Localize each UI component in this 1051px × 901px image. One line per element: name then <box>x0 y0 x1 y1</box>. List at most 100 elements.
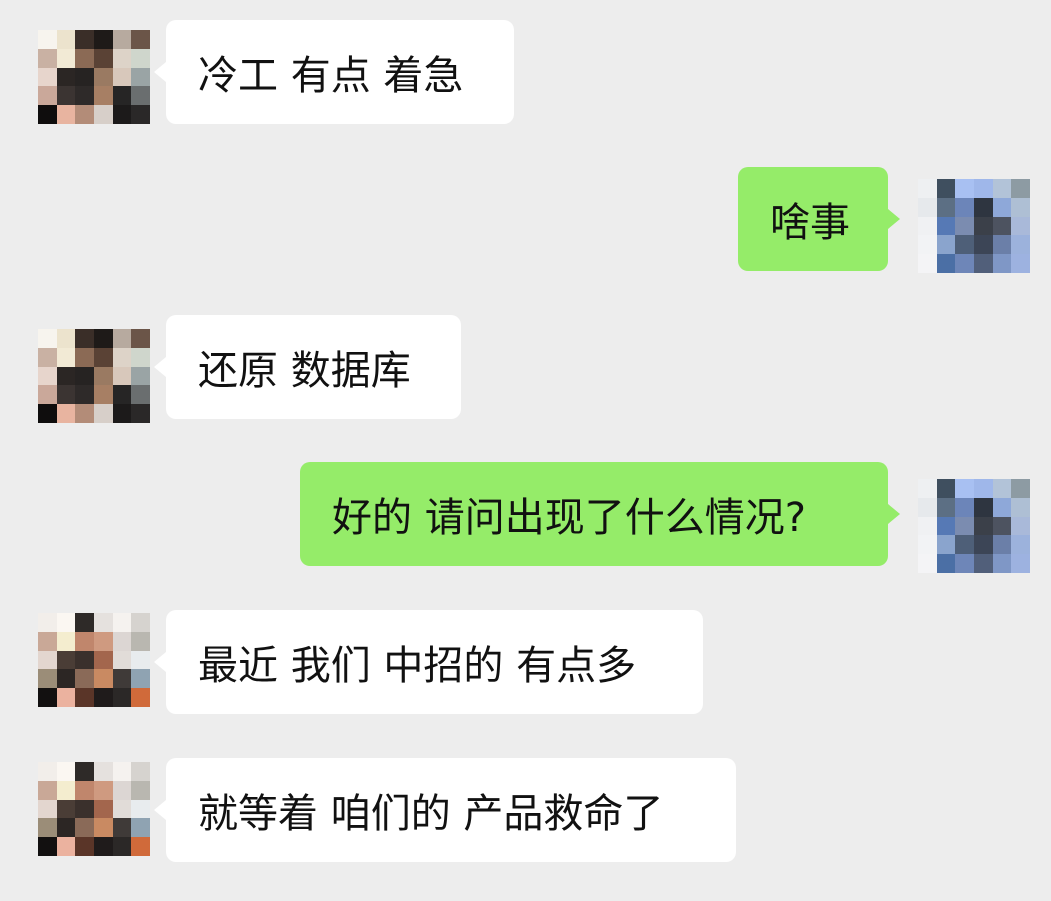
avatar-mosaic-tile <box>955 516 974 536</box>
avatar-mosaic-tile <box>75 366 94 386</box>
avatar-mosaic-tile <box>38 650 57 670</box>
message-bubble-outgoing[interactable]: 啥事 <box>738 167 900 271</box>
avatar-mosaic-tile <box>112 86 132 106</box>
avatar-mosaic-tile <box>955 497 974 517</box>
avatar-mosaic-tile <box>1011 516 1030 536</box>
avatar-mosaic-tile <box>918 197 937 217</box>
message-bubble-incoming[interactable]: 最近 我们 中招的 有点多 <box>154 610 703 714</box>
avatar-mosaic-tile <box>973 535 993 555</box>
avatar-mosaic-tile <box>955 479 974 498</box>
message-text: 冷工 有点 着急 <box>198 53 464 99</box>
avatar-mosaic-tile <box>56 329 76 348</box>
contact-avatar[interactable] <box>38 613 150 707</box>
avatar-mosaic-tile <box>918 479 937 498</box>
avatar-mosaic-tile <box>56 688 76 707</box>
avatar-mosaic-tile <box>918 535 937 555</box>
avatar-mosaic-tile <box>936 479 956 498</box>
contact-avatar[interactable] <box>38 762 150 856</box>
avatar-mosaic-tile <box>131 404 150 423</box>
avatar-mosaic-tile <box>75 762 94 781</box>
avatar-mosaic-tile <box>955 254 974 273</box>
avatar-mosaic-tile <box>56 404 76 423</box>
avatar-mosaic-tile <box>936 554 956 573</box>
message-text: 好的 请问出现了什么情况? <box>332 495 806 541</box>
avatar-mosaic-tile <box>93 762 113 781</box>
avatar-mosaic-tile <box>56 385 76 405</box>
avatar-mosaic-tile <box>1011 554 1030 573</box>
avatar-mosaic-tile <box>936 497 956 517</box>
avatar-mosaic-tile <box>75 799 94 819</box>
avatar-mosaic-tile <box>93 837 113 856</box>
avatar-mosaic-tile <box>1011 179 1030 198</box>
avatar-mosaic-tile <box>1011 235 1030 255</box>
avatar-mosaic-tile <box>992 216 1012 236</box>
avatar-mosaic-tile <box>936 216 956 236</box>
contact-avatar[interactable] <box>38 329 150 423</box>
avatar-mosaic-tile <box>56 799 76 819</box>
avatar-mosaic-tile <box>131 650 150 670</box>
avatar-mosaic-tile <box>1011 535 1030 555</box>
avatar-mosaic-tile <box>56 650 76 670</box>
avatar-mosaic-tile <box>75 669 94 689</box>
avatar-mosaic-tile <box>56 67 76 87</box>
message-bubble-incoming[interactable]: 就等着 咱们的 产品救命了 <box>154 758 736 862</box>
avatar-mosaic-tile <box>955 197 974 217</box>
avatar-mosaic-tile <box>93 613 113 632</box>
avatar-mosaic-tile <box>38 404 57 423</box>
avatar-mosaic-tile <box>973 216 993 236</box>
avatar-mosaic-tile <box>56 669 76 689</box>
avatar-mosaic-tile <box>93 631 113 651</box>
avatar-mosaic-tile <box>75 105 94 124</box>
avatar-mosaic-tile <box>38 613 57 632</box>
self-avatar[interactable] <box>918 479 1030 573</box>
avatar-mosaic-tile <box>56 105 76 124</box>
avatar-mosaic-tile <box>75 67 94 87</box>
avatar-mosaic-tile <box>955 179 974 198</box>
avatar-mosaic-tile <box>93 780 113 800</box>
avatar-mosaic-tile <box>75 631 94 651</box>
avatar-mosaic-tile <box>992 197 1012 217</box>
avatar-mosaic-tile <box>131 762 150 781</box>
avatar-mosaic-tile <box>918 235 937 255</box>
avatar-mosaic-tile <box>75 837 94 856</box>
avatar-mosaic-tile <box>38 818 57 838</box>
message-bubble-incoming[interactable]: 冷工 有点 着急 <box>154 20 514 124</box>
avatar-mosaic-tile <box>936 197 956 217</box>
avatar-mosaic-tile <box>992 179 1012 198</box>
avatar-mosaic-tile <box>56 837 76 856</box>
avatar-mosaic-tile <box>973 179 993 198</box>
contact-avatar[interactable] <box>38 30 150 124</box>
avatar-mosaic-tile <box>75 329 94 348</box>
avatar-mosaic-tile <box>112 366 132 386</box>
avatar-mosaic-tile <box>112 67 132 87</box>
avatar-mosaic-tile <box>56 86 76 106</box>
avatar-mosaic-tile <box>93 105 113 124</box>
self-avatar[interactable] <box>918 179 1030 273</box>
avatar-mosaic-tile <box>131 30 150 49</box>
avatar-mosaic-tile <box>56 780 76 800</box>
avatar-mosaic-tile <box>93 366 113 386</box>
avatar-mosaic-tile <box>56 613 76 632</box>
message-bubble-outgoing[interactable]: 好的 请问出现了什么情况? <box>300 462 900 566</box>
message-bubble-incoming[interactable]: 还原 数据库 <box>154 315 461 419</box>
avatar-mosaic-tile <box>131 67 150 87</box>
avatar-mosaic-tile <box>75 818 94 838</box>
avatar-mosaic-tile <box>112 613 132 632</box>
avatar-mosaic-tile <box>973 479 993 498</box>
message-text: 啥事 <box>770 200 850 246</box>
avatar-mosaic-tile <box>38 366 57 386</box>
avatar-mosaic-tile <box>918 179 937 198</box>
avatar-mosaic-tile <box>131 799 150 819</box>
avatar-mosaic-tile <box>56 30 76 49</box>
avatar-mosaic-tile <box>131 688 150 707</box>
avatar-mosaic-tile <box>38 48 57 68</box>
avatar-mosaic-tile <box>112 385 132 405</box>
avatar-mosaic-tile <box>918 497 937 517</box>
avatar-mosaic-tile <box>38 631 57 651</box>
avatar-mosaic-tile <box>75 30 94 49</box>
avatar-mosaic-tile <box>131 86 150 106</box>
avatar-mosaic-tile <box>38 86 57 106</box>
avatar-mosaic-tile <box>75 48 94 68</box>
avatar-mosaic-tile <box>93 669 113 689</box>
avatar-mosaic-tile <box>38 780 57 800</box>
